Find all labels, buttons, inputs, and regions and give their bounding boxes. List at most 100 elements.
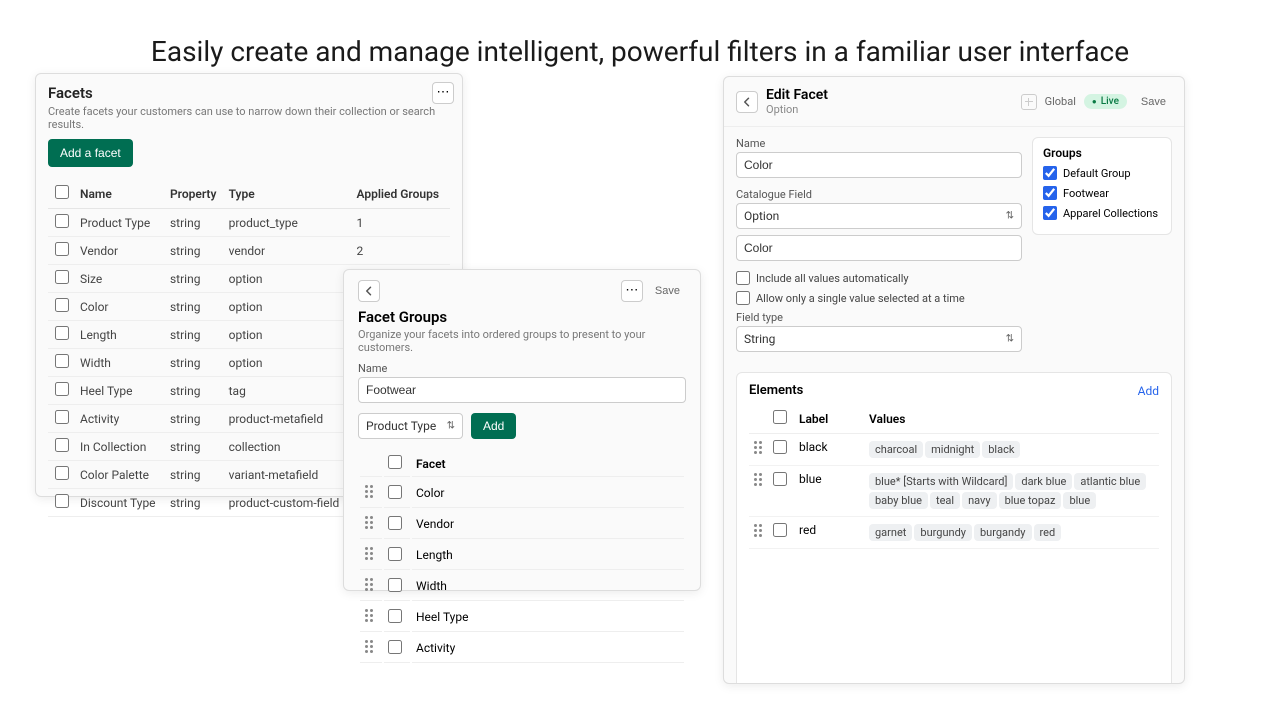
row-checkbox[interactable] xyxy=(388,516,402,530)
fieldtype-label: Field type xyxy=(736,311,1022,324)
facet-name-input[interactable] xyxy=(736,152,1022,178)
drag-handle-icon[interactable] xyxy=(364,577,376,592)
value-tag: burgandy xyxy=(974,524,1032,541)
table-row[interactable]: Product Type string product_type 1 xyxy=(48,209,450,237)
row-checkbox[interactable] xyxy=(388,547,402,561)
row-checkbox[interactable] xyxy=(55,326,69,340)
facet-groups-panel: ⋯ Save Facet Groups Organize your facets… xyxy=(343,269,701,591)
list-item[interactable]: Length xyxy=(360,541,684,570)
row-checkbox[interactable] xyxy=(55,438,69,452)
row-checkbox[interactable] xyxy=(388,485,402,499)
cell-name: Width xyxy=(76,349,166,377)
row-checkbox[interactable] xyxy=(55,354,69,368)
col-values: Values xyxy=(865,404,1159,434)
row-checkbox[interactable] xyxy=(55,494,69,508)
save-button[interactable]: Save xyxy=(649,281,686,301)
row-checkbox[interactable] xyxy=(388,578,402,592)
row-checkbox[interactable] xyxy=(55,466,69,480)
drag-handle-icon[interactable] xyxy=(753,523,765,538)
catalogue-field-select[interactable]: Option xyxy=(736,203,1022,229)
global-label: Global xyxy=(1045,95,1076,108)
add-element-button[interactable]: Add xyxy=(1138,384,1159,398)
select-all-checkbox[interactable] xyxy=(388,455,402,469)
row-checkbox[interactable] xyxy=(773,523,787,537)
row-checkbox[interactable] xyxy=(55,270,69,284)
back-button[interactable] xyxy=(736,91,758,113)
add-button[interactable]: Add xyxy=(471,413,516,439)
single-value-label: Allow only a single value selected at a … xyxy=(756,292,965,305)
list-item[interactable]: Vendor xyxy=(360,510,684,539)
catalogue-sub-input[interactable] xyxy=(736,235,1022,261)
row-checkbox[interactable] xyxy=(773,440,787,454)
row-checkbox[interactable] xyxy=(388,640,402,654)
group-checkbox[interactable] xyxy=(1043,186,1057,200)
element-row[interactable]: red garnetburgundyburgandyred xyxy=(749,517,1159,549)
cell-type: product-custom-field xyxy=(225,489,353,517)
element-row[interactable]: black charcoalmidnightblack xyxy=(749,434,1159,466)
list-item[interactable]: Color xyxy=(360,479,684,508)
single-value-checkbox[interactable] xyxy=(736,291,750,305)
select-all-checkbox[interactable] xyxy=(55,185,69,199)
more-button[interactable]: ⋯ xyxy=(432,82,454,104)
group-name-input[interactable] xyxy=(358,377,686,403)
cell-name: Color xyxy=(76,293,166,321)
row-checkbox[interactable] xyxy=(55,242,69,256)
cell-facet: Vendor xyxy=(412,510,684,539)
row-checkbox[interactable] xyxy=(55,410,69,424)
group-check-item[interactable]: Footwear xyxy=(1043,186,1161,200)
element-row[interactable]: blue blue* [Starts with Wildcard]dark bl… xyxy=(749,466,1159,517)
drag-handle-icon[interactable] xyxy=(364,546,376,561)
row-checkbox[interactable] xyxy=(55,214,69,228)
drag-handle-icon[interactable] xyxy=(364,515,376,530)
list-item[interactable]: Activity xyxy=(360,634,684,663)
live-badge: Live xyxy=(1084,94,1127,109)
value-tag: atlantic blue xyxy=(1074,473,1146,490)
drag-handle-icon[interactable] xyxy=(753,440,765,455)
more-button[interactable]: ⋯ xyxy=(621,280,643,302)
save-button[interactable]: Save xyxy=(1135,92,1172,112)
drag-handle-icon[interactable] xyxy=(364,608,376,623)
cell-name: Activity xyxy=(76,405,166,433)
cell-name: Length xyxy=(76,321,166,349)
value-tag: blue topaz xyxy=(999,492,1062,509)
cell-values: blue* [Starts with Wildcard]dark blueatl… xyxy=(865,466,1159,517)
include-all-checkbox[interactable] xyxy=(736,271,750,285)
group-label: Footwear xyxy=(1063,187,1109,200)
group-check-item[interactable]: Default Group xyxy=(1043,166,1161,180)
list-item[interactable]: Width xyxy=(360,572,684,601)
cell-name: In Collection xyxy=(76,433,166,461)
cell-type: tag xyxy=(225,377,353,405)
row-checkbox[interactable] xyxy=(55,298,69,312)
cell-name: Product Type xyxy=(76,209,166,237)
col-label: Label xyxy=(795,404,865,434)
add-facet-button[interactable]: Add a facet xyxy=(48,139,133,167)
cell-label: red xyxy=(795,517,865,549)
row-checkbox[interactable] xyxy=(388,609,402,623)
table-row[interactable]: Vendor string vendor 2 xyxy=(48,237,450,265)
row-checkbox[interactable] xyxy=(773,472,787,486)
cell-facet: Length xyxy=(412,541,684,570)
col-name: Name xyxy=(76,179,166,209)
row-checkbox[interactable] xyxy=(55,382,69,396)
cell-name: Color Palette xyxy=(76,461,166,489)
layout-icon[interactable] xyxy=(1021,94,1037,110)
cell-type: option xyxy=(225,293,353,321)
cell-property: string xyxy=(166,293,225,321)
cell-property: string xyxy=(166,349,225,377)
value-tag: baby blue xyxy=(869,492,928,509)
select-all-checkbox[interactable] xyxy=(773,410,787,424)
drag-handle-icon[interactable] xyxy=(753,472,765,487)
back-button[interactable] xyxy=(358,280,380,302)
fieldtype-select[interactable]: String xyxy=(736,326,1022,352)
list-item[interactable]: Heel Type xyxy=(360,603,684,632)
cell-property: string xyxy=(166,237,225,265)
group-check-item[interactable]: Apparel Collections xyxy=(1043,206,1161,220)
group-checkbox[interactable] xyxy=(1043,206,1057,220)
group-checkbox[interactable] xyxy=(1043,166,1057,180)
drag-handle-icon[interactable] xyxy=(364,484,376,499)
cell-property: string xyxy=(166,321,225,349)
add-facet-select[interactable]: Product Type xyxy=(358,413,463,439)
cell-values: charcoalmidnightblack xyxy=(865,434,1159,466)
drag-handle-icon[interactable] xyxy=(364,639,376,654)
value-tag: blue xyxy=(1063,492,1096,509)
